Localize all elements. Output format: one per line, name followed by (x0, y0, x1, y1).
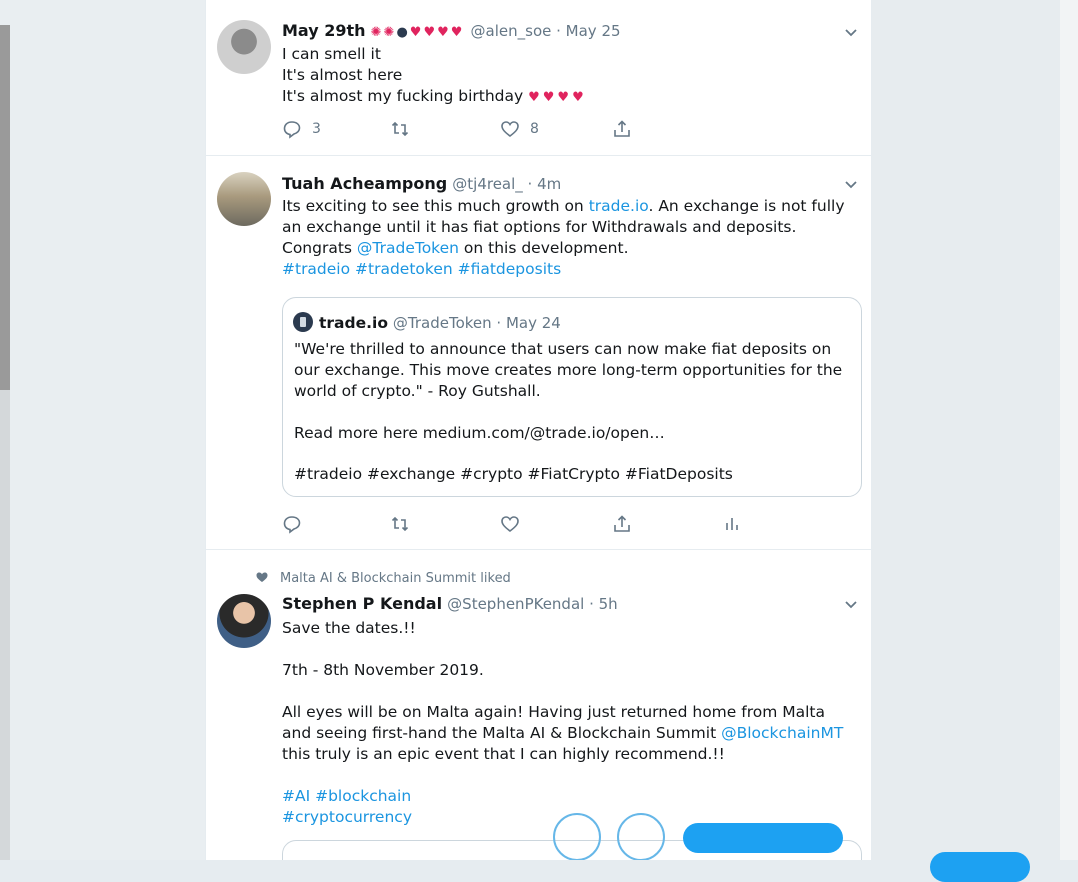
reply-button[interactable] (282, 513, 302, 535)
mention-link[interactable]: @TradeToken (357, 239, 459, 257)
author-name[interactable]: Stephen P Kendal (282, 594, 442, 613)
share-button[interactable] (612, 513, 632, 535)
like-button[interactable]: 8 (500, 118, 539, 140)
party-emoji-icon: ✺ (370, 25, 384, 40)
share-button[interactable] (612, 118, 632, 140)
share-icon (614, 515, 630, 532)
author-handle[interactable]: @tj4real_ · 4m (452, 175, 561, 193)
dancer-emoji-icon: ♥ (437, 25, 451, 40)
emoji-row: ✺✺●♥♥♥♥ (371, 25, 471, 40)
analytics-button[interactable] (722, 513, 742, 535)
text-line: It's almost my fucking birthday ♥♥♥♥ (282, 86, 851, 108)
share-icon (614, 120, 630, 137)
reply-icon (283, 516, 301, 534)
like-icon (501, 121, 519, 138)
window-scroll-track (0, 390, 10, 860)
tweet-header: May 29th ✺✺●♥♥♥♥ @alen_soe · May 25 (282, 21, 831, 40)
hashtags[interactable]: #AI #blockchain (282, 786, 851, 807)
chevron-down-icon[interactable] (843, 176, 859, 192)
tweet-header: Tuah Acheampong @tj4real_ · 4m (282, 174, 831, 193)
party-emoji-icon: ✺ (383, 25, 397, 40)
text-line: 7th - 8th November 2019. (282, 661, 484, 679)
media-card[interactable] (282, 813, 862, 860)
avatar[interactable] (217, 20, 271, 74)
author-handle[interactable]: @StephenPKendal · 5h (447, 595, 618, 613)
tweet-card[interactable]: May 29th ✺✺●♥♥♥♥ @alen_soe · May 25 I ca… (206, 0, 871, 156)
liked-by-text[interactable]: Malta AI & Blockchain Summit liked (280, 571, 511, 586)
media-circle (617, 813, 665, 860)
reply-count: 3 (312, 121, 321, 137)
text-line: I can smell it (282, 45, 381, 63)
author-name[interactable]: Tuah Acheampong (282, 174, 447, 193)
heart-icon (256, 572, 268, 582)
face-emoji-icon: ● (396, 25, 410, 40)
link-trade-io[interactable]: trade.io (589, 197, 649, 215)
retweet-icon (391, 516, 409, 532)
tweet-text: Its exciting to see this much growth on … (282, 196, 851, 280)
quote-header: trade.io @TradeToken · May 24 (293, 312, 561, 332)
left-background (0, 0, 205, 860)
reply-button[interactable]: 3 (282, 118, 321, 140)
retweet-button[interactable] (390, 118, 410, 140)
timeline-feed: May 29th ✺✺●♥♥♥♥ @alen_soe · May 25 I ca… (205, 0, 872, 860)
media-pill (683, 823, 843, 853)
chevron-down-icon[interactable] (843, 24, 859, 40)
retweet-icon (391, 121, 409, 137)
mention-link[interactable]: @BlockchainMT (721, 724, 843, 742)
like-icon (501, 516, 519, 533)
like-button[interactable] (500, 513, 520, 535)
quote-author-handle[interactable]: @TradeToken · May 24 (393, 314, 561, 332)
hashtags[interactable]: #tradeio #tradetoken #fiatdeposits (282, 259, 851, 280)
tweet-text: I can smell it It's almost here It's alm… (282, 44, 851, 108)
reply-icon (283, 121, 301, 139)
text-segment: this truly is an epic event that I can h… (282, 745, 725, 763)
text-line: It's almost here (282, 66, 403, 84)
chevron-down-icon[interactable] (843, 596, 859, 612)
dancer-emoji-icon: ♥♥♥♥ (528, 90, 587, 105)
tweet-card[interactable]: Malta AI & Blockchain Summit liked Steph… (206, 550, 871, 860)
quote-read-more: Read more here medium.com/@trade.io/open… (294, 424, 665, 442)
quoted-tweet[interactable]: trade.io @TradeToken · May 24 "We're thr… (282, 297, 862, 497)
floating-action-button[interactable] (930, 852, 1030, 882)
dancer-emoji-icon: ♥ (450, 25, 465, 40)
author-handle[interactable]: @alen_soe · May 25 (471, 22, 621, 40)
text-paragraph: All eyes will be on Malta again! Having … (282, 702, 851, 765)
right-background (870, 0, 1078, 860)
retweet-button[interactable] (390, 513, 410, 535)
text-line: Save the dates.!! (282, 619, 416, 637)
text-line-content: It's almost my fucking birthday (282, 87, 524, 105)
quote-author-name[interactable]: trade.io (319, 314, 388, 332)
text-segment: Its exciting to see this much growth on (282, 197, 589, 215)
avatar[interactable] (217, 172, 271, 226)
quote-hashtags: #tradeio #exchange #crypto #FiatCrypto #… (294, 465, 733, 483)
media-circle (553, 813, 601, 860)
dancer-emoji-icon: ♥ (423, 25, 438, 40)
dancer-emoji-icon: ♥ (409, 25, 424, 40)
analytics-icon (726, 518, 738, 530)
author-name[interactable]: May 29th (282, 21, 366, 40)
window-scrollbar[interactable] (0, 25, 10, 390)
quote-body: "We're thrilled to announce that users c… (294, 340, 843, 400)
tweet-card[interactable]: Tuah Acheampong @tj4real_ · 4m Its excit… (206, 156, 871, 550)
tweet-header: Stephen P Kendal @StephenPKendal · 5h (282, 594, 831, 613)
like-count: 8 (530, 121, 539, 137)
tweet-text: Save the dates.!! 7th - 8th November 201… (282, 618, 851, 828)
social-context: Malta AI & Blockchain Summit liked (256, 571, 511, 586)
avatar[interactable] (217, 594, 271, 648)
text-segment: on this development. (458, 239, 629, 257)
tradeio-logo-icon (293, 312, 313, 332)
right-edge (1060, 0, 1078, 860)
quote-text: "We're thrilled to announce that users c… (294, 339, 851, 444)
